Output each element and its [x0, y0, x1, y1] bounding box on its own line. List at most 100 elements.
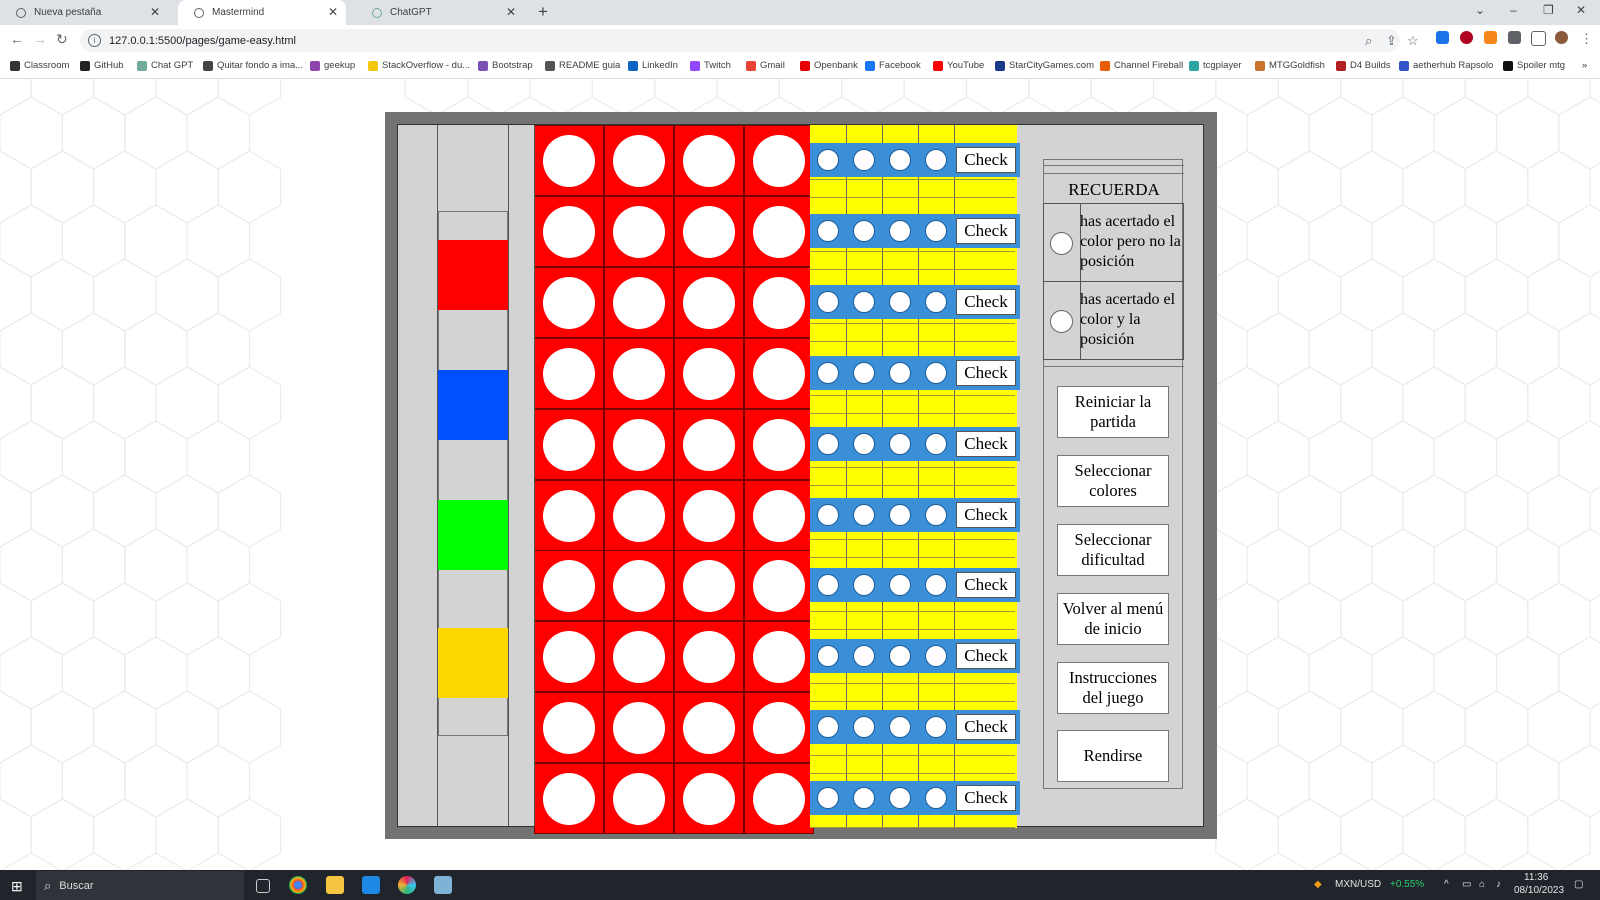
bookmark-item[interactable]: Openbank — [800, 60, 858, 71]
guess-hole[interactable] — [613, 702, 665, 755]
guess-slot[interactable] — [604, 550, 674, 622]
bookmark-item[interactable]: Channel Fireball — [1100, 60, 1183, 71]
ublock-icon[interactable] — [1460, 31, 1473, 44]
menu-kebab-icon[interactable]: ⋮ — [1580, 31, 1593, 47]
guess-hole[interactable] — [753, 347, 805, 400]
side-panel-icon[interactable] — [1531, 31, 1546, 46]
guess-hole[interactable] — [683, 276, 735, 329]
bookmark-item[interactable]: geekup — [310, 60, 355, 71]
check-button[interactable]: Check — [956, 714, 1016, 741]
guess-slot[interactable] — [534, 195, 604, 267]
guess-slot[interactable] — [744, 692, 814, 764]
guess-slot[interactable] — [534, 266, 604, 338]
guess-hole[interactable] — [753, 631, 805, 684]
palette-color-red[interactable] — [438, 240, 508, 310]
bookmark-item[interactable]: README guia — [545, 60, 620, 71]
guess-slot[interactable] — [674, 266, 744, 338]
guess-slot[interactable] — [744, 621, 814, 693]
restore-icon[interactable]: ❐ — [1543, 3, 1554, 17]
main-menu-button[interactable]: Volver al menú de inicio — [1057, 593, 1169, 645]
vscode-icon[interactable] — [362, 876, 380, 894]
bookmark-item[interactable]: GitHub — [80, 60, 124, 71]
guess-slot[interactable] — [534, 621, 604, 693]
guess-hole[interactable] — [543, 631, 595, 684]
guess-slot[interactable] — [534, 125, 604, 196]
restart-button[interactable]: Reiniciar la partida — [1057, 386, 1169, 438]
guess-slot[interactable] — [674, 479, 744, 551]
extension-icon[interactable] — [1436, 31, 1449, 44]
close-window-icon[interactable]: ✕ — [1576, 3, 1586, 17]
forward-icon[interactable]: → — [33, 31, 47, 47]
guess-slot[interactable] — [534, 763, 604, 835]
guess-slot[interactable] — [604, 266, 674, 338]
bookmark-item[interactable]: Bootstrap — [478, 60, 533, 71]
bookmark-item[interactable]: LinkedIn — [628, 60, 678, 71]
close-tab-icon[interactable]: ✕ — [150, 5, 160, 19]
palette-color-yellow[interactable] — [438, 628, 508, 698]
guess-hole[interactable] — [683, 773, 735, 826]
minimize-icon[interactable]: – — [1510, 3, 1517, 17]
bookmark-item[interactable]: StackOverflow - du... — [368, 60, 470, 71]
clock-time[interactable]: 11:36 — [1524, 872, 1548, 883]
guess-slot[interactable] — [744, 125, 814, 196]
guess-hole[interactable] — [683, 631, 735, 684]
guess-hole[interactable] — [683, 205, 735, 258]
bookmark-item[interactable]: Facebook — [865, 60, 921, 71]
check-button[interactable]: Check — [956, 501, 1016, 528]
metamask-icon[interactable] — [1484, 31, 1497, 44]
guess-hole[interactable] — [543, 347, 595, 400]
guess-slot[interactable] — [744, 479, 814, 551]
address-bar[interactable]: i 127.0.0.1:5500/pages/game-easy.html ⌕ … — [80, 29, 1419, 52]
guess-slot[interactable] — [604, 692, 674, 764]
bookmark-item[interactable]: tcgplayer — [1189, 60, 1242, 71]
guess-hole[interactable] — [543, 135, 595, 187]
extensions-puzzle-icon[interactable] — [1508, 31, 1521, 44]
share-icon[interactable]: ⇪ — [1386, 33, 1397, 49]
guess-slot[interactable] — [674, 408, 744, 480]
taskbar-search[interactable]: ⌕ Buscar — [36, 871, 244, 900]
guess-slot[interactable] — [674, 195, 744, 267]
bookmark-item[interactable]: Twitch — [690, 60, 731, 71]
guess-hole[interactable] — [613, 560, 665, 613]
guess-slot[interactable] — [744, 763, 814, 835]
guess-slot[interactable] — [744, 408, 814, 480]
guess-hole[interactable] — [613, 631, 665, 684]
guess-hole[interactable] — [683, 702, 735, 755]
surrender-button[interactable]: Rendirse — [1057, 730, 1169, 782]
bookmark-item[interactable]: Spoiler mtg — [1503, 60, 1565, 71]
guess-hole[interactable] — [683, 489, 735, 542]
guess-hole[interactable] — [753, 276, 805, 329]
clock-date[interactable]: 08/10/2023 — [1514, 885, 1564, 896]
app-icon[interactable] — [434, 876, 452, 894]
guess-slot[interactable] — [534, 692, 604, 764]
guess-hole[interactable] — [543, 560, 595, 613]
palette-color-blue[interactable] — [438, 370, 508, 440]
check-button[interactable]: Check — [956, 430, 1016, 457]
site-info-icon[interactable]: i — [88, 34, 101, 47]
guess-hole[interactable] — [613, 276, 665, 329]
guess-hole[interactable] — [543, 276, 595, 329]
bookmark-item[interactable]: Quitar fondo a ima... — [203, 60, 303, 71]
guess-slot[interactable] — [744, 266, 814, 338]
guess-slot[interactable] — [534, 337, 604, 409]
guess-slot[interactable] — [604, 763, 674, 835]
guess-hole[interactable] — [683, 347, 735, 400]
guess-hole[interactable] — [683, 560, 735, 613]
guess-slot[interactable] — [604, 337, 674, 409]
bookmark-item[interactable]: Chat GPT — [137, 60, 193, 71]
windows-start-icon[interactable]: ⊞ — [11, 878, 23, 895]
guess-hole[interactable] — [753, 489, 805, 542]
check-button[interactable]: Check — [956, 785, 1016, 812]
guess-hole[interactable] — [683, 418, 735, 471]
profile-avatar[interactable] — [1555, 31, 1568, 44]
guess-hole[interactable] — [753, 205, 805, 258]
guess-slot[interactable] — [604, 195, 674, 267]
check-button[interactable]: Check — [956, 147, 1016, 173]
guess-hole[interactable] — [543, 418, 595, 471]
guess-slot[interactable] — [604, 621, 674, 693]
file-explorer-icon[interactable] — [326, 876, 344, 894]
palette-color-green[interactable] — [438, 500, 508, 570]
volume-icon[interactable]: ♪ — [1496, 879, 1501, 890]
tab-nueva-pestana[interactable]: Nueva pestaña ✕ — [0, 0, 168, 25]
guess-slot[interactable] — [674, 763, 744, 835]
